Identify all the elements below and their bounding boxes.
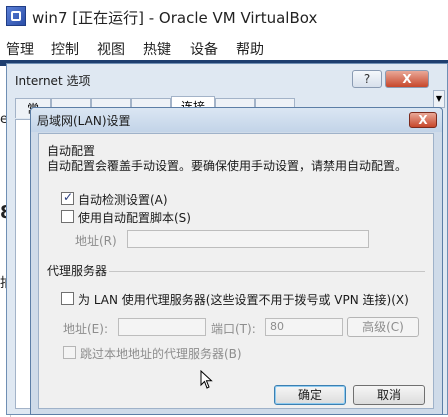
proxy-heading: 代理服务器 [47, 264, 108, 278]
proxy-address-label: 地址(E): [63, 322, 108, 336]
lan-settings-dialog: 局域网(LAN)设置 X 自动配置 自动配置会覆盖手动设置。要确保使用手动设置，… [30, 107, 443, 415]
internet-options-title: Internet 选项 [15, 74, 91, 88]
virtualbox-app-icon [6, 6, 26, 26]
mouse-cursor-icon [200, 370, 213, 389]
proxy-address-input[interactable] [118, 318, 206, 336]
auto-config-description: 自动配置会覆盖手动设置。要确保使用手动设置，请禁用自动配置。 [47, 159, 408, 173]
menu-help[interactable]: 帮助 [236, 39, 264, 59]
lan-dialog-titlebar: 局域网(LAN)设置 X [31, 108, 442, 132]
auto-config-script-label: 使用自动配置脚本(S) [78, 211, 191, 225]
virtualbox-menubar: 管理 控制 视图 热键 设备 帮助 [0, 34, 448, 60]
window-title: win7 [正在运行] - Oracle VM VirtualBox [32, 9, 318, 27]
use-proxy-checkbox[interactable] [61, 292, 74, 305]
virtualbox-titlebar: win7 [正在运行] - Oracle VM VirtualBox [0, 0, 448, 34]
lan-dialog-body: 自动配置 自动配置会覆盖手动设置。要确保使用手动设置，请禁用自动配置。 自动检测… [38, 133, 434, 409]
ok-button[interactable]: 确定 [274, 385, 346, 405]
lan-dialog-title: 局域网(LAN)设置 [37, 114, 131, 128]
proxy-port-label: 端口(T): [211, 322, 256, 336]
script-address-label: 地址(R) [75, 234, 117, 248]
bypass-local-checkbox[interactable] [63, 346, 76, 359]
use-proxy-label: 为 LAN 使用代理服务器(这些设置不用于拨号或 VPN 连接)(X) [78, 293, 409, 307]
menu-devices[interactable]: 设备 [190, 39, 218, 59]
cancel-button[interactable]: 取消 [353, 385, 425, 405]
script-address-input[interactable] [127, 230, 369, 248]
menu-manage[interactable]: 管理 [6, 39, 34, 59]
auto-detect-label: 自动检测设置(A) [78, 193, 168, 207]
proxy-port-input[interactable]: 80 [265, 318, 343, 336]
auto-config-script-checkbox[interactable] [61, 210, 74, 223]
menu-control[interactable]: 控制 [51, 39, 79, 59]
proxy-advanced-button[interactable]: 高级(C) [347, 317, 419, 337]
menu-view[interactable]: 视图 [97, 39, 125, 59]
help-button[interactable]: ? [352, 70, 382, 88]
bypass-local-label: 跳过本地地址的代理服务器(B) [80, 347, 242, 361]
proxy-separator [109, 271, 425, 272]
auto-detect-checkbox[interactable] [61, 190, 74, 205]
lan-dialog-close-button[interactable]: X [409, 112, 437, 128]
menu-hotkeys[interactable]: 热键 [143, 39, 171, 59]
internet-options-close-button[interactable]: X [385, 70, 429, 88]
